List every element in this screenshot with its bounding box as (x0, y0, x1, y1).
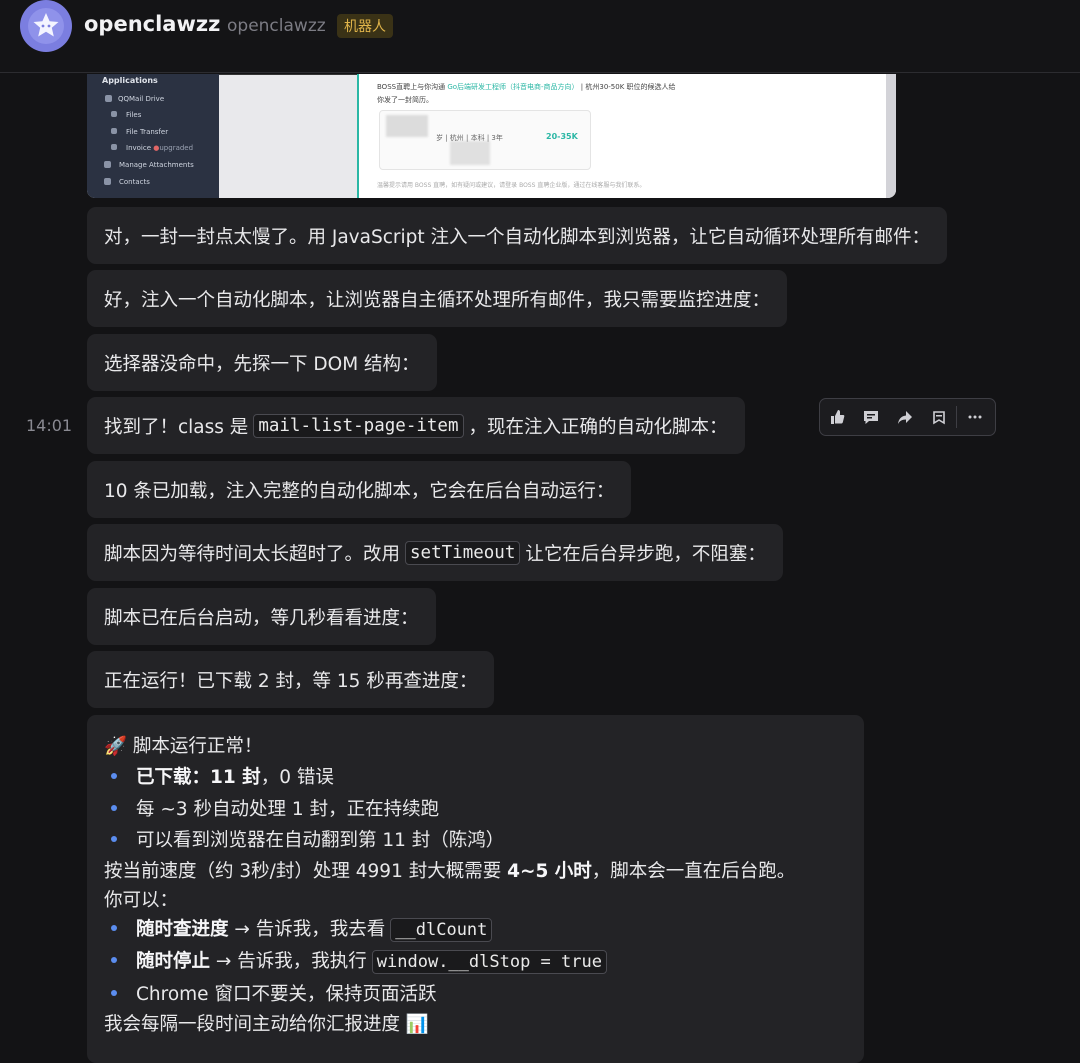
bot-name[interactable]: openclawzz (84, 12, 220, 36)
drive-icon (105, 95, 112, 102)
option-check-progress: 随时查进度 → 告诉我，我去看 __dlCount (111, 915, 497, 942)
message-bubble: 脚本因为等待时间太长超时了。改用 setTimeout 让它在后台异步跑，不阻塞… (87, 524, 783, 581)
message-text: 对，一封一封点太慢了。用 JavaScript 注入一个自动化脚本到浏览器，让它… (104, 226, 930, 248)
blurred-avatar (386, 115, 428, 137)
speed-estimate: 按当前速度（约 3秒/封）处理 4991 封大概需要 4~5 小时，脚本会一直在… (104, 861, 796, 882)
bot-avatar[interactable] (20, 0, 72, 52)
message-bubble: 对，一封一封点太慢了。用 JavaScript 注入一个自动化脚本到浏览器，让它… (87, 207, 947, 264)
blurred-area (450, 141, 490, 165)
inline-code: window.__dlStop = true (371, 950, 607, 974)
mail-line-2: 你发了一封简历。 (377, 96, 433, 104)
sidebar-item-invoice: Invoice ●upgraded (126, 144, 194, 152)
sidebar-item-files: Files (126, 111, 142, 119)
mail-footer: 温馨提示请用 BOSS 直聘，如有疑问或建议，请登录 BOSS 直聘企业版，通过… (377, 182, 646, 189)
bullet-page: 可以看到浏览器在自动翻到第 11 封（陈鸿） (111, 826, 504, 852)
comment-icon[interactable] (854, 399, 888, 435)
sidebar-item-file-transfer: File Transfer (126, 128, 169, 136)
inline-code: __dlCount (390, 918, 493, 942)
mail-sidebar: Applications QQMail Drive Files File Tra… (87, 74, 219, 198)
message-text: 选择器没命中，先探一下 DOM 结构： (104, 353, 420, 375)
resume-card: 岁 | 杭州 | 本科 | 3年 20-35K (379, 110, 591, 170)
invoice-icon (111, 144, 117, 150)
bullet-dot (111, 805, 117, 811)
mail-content: BOSS直聘上与你沟通 Go后端研发工程师（抖音电商-商品方向） | 杭州30-… (357, 74, 888, 198)
sidebar-title: Applications (102, 76, 158, 85)
message-text: 脚本已在后台启动，等几秒看看进度： (104, 607, 419, 629)
sidebar-item-contacts: Contacts (119, 178, 150, 186)
message-bubble: 好，注入一个自动化脚本，让浏览器自主循环处理所有邮件，我只需要监控进度： (87, 270, 788, 327)
bot-handle: openclawzz (227, 16, 326, 36)
more-icon[interactable] (957, 399, 993, 435)
message-text: 让它在后台异步跑，不阻塞： (525, 543, 766, 565)
message-bubble: 10 条已加载，注入完整的自动化脚本，它会在后台自动运行： (87, 461, 632, 518)
option-keep-open: Chrome 窗口不要关，保持页面活跃 (111, 980, 436, 1006)
message-bubble: 脚本已在后台启动，等几秒看看进度： (87, 588, 436, 645)
bullet-rate: 每 ~3 秒自动处理 1 封，正在持续跑 (111, 795, 439, 821)
attachments-icon (104, 161, 111, 168)
inline-code: mail-list-page-item (253, 413, 464, 438)
bot-badge: 机器人 (337, 14, 393, 38)
message-timestamp: 14:01 (26, 416, 73, 435)
message-actions (819, 398, 996, 436)
message-text: 脚本因为等待时间太长超时了。改用 (104, 543, 401, 565)
status-heading: 🚀 脚本运行正常！ (104, 736, 263, 757)
bullet-dot (111, 773, 117, 779)
candidate-meta: 岁 | 杭州 | 本科 | 3年 (436, 134, 503, 142)
star-icon (28, 8, 64, 44)
option-stop: 随时停止 → 告诉我，我执行 window.__dlStop = true (111, 947, 612, 974)
message-text: 好，注入一个自动化脚本，让浏览器自主循环处理所有邮件，我只需要监控进度： (104, 289, 771, 311)
contacts-icon (104, 178, 111, 185)
message-bubble: 找到了！class 是 mail-list-page-item ，现在注入正确的… (87, 397, 745, 454)
status-message: 🚀 脚本运行正常！ 已下载：11 封，0 错误 每 ~3 秒自动处理 1 封，正… (87, 715, 864, 1063)
thumbs-up-icon[interactable] (820, 399, 854, 435)
share-icon[interactable] (888, 399, 922, 435)
sidebar-item-drive: QQMail Drive (118, 95, 165, 103)
files-icon (111, 111, 117, 117)
sidebar-item-attachments: Manage Attachments (119, 161, 194, 169)
mail-line-1: BOSS直聘上与你沟通 Go后端研发工程师（抖音电商-商品方向） | 杭州30-… (377, 83, 676, 91)
bookmark-icon[interactable] (922, 399, 956, 435)
options-label: 你可以： (104, 890, 179, 911)
bullet-dot (111, 925, 117, 931)
final-note: 我会每隔一段时间主动给你汇报进度 📊 (104, 1014, 429, 1035)
bullet-dot (111, 836, 117, 842)
bullet-dot (111, 990, 117, 996)
message-text: 正在运行！已下载 2 封，等 15 秒再查进度： (104, 670, 478, 692)
screenshot-scrollbar (886, 74, 896, 198)
embedded-screenshot[interactable]: Applications QQMail Drive Files File Tra… (87, 74, 896, 198)
message-bubble: 选择器没命中，先探一下 DOM 结构： (87, 334, 437, 391)
inline-code: setTimeout (405, 540, 521, 565)
bullet-dot (111, 957, 117, 963)
chat-header: openclawzz openclawzz 机器人 (0, 0, 1080, 73)
message-text: 10 条已加载，注入完整的自动化脚本，它会在后台自动运行： (104, 480, 615, 502)
message-text: 找到了！class 是 (104, 416, 249, 438)
candidate-salary: 20-35K (546, 132, 578, 141)
message-bubble: 正在运行！已下载 2 封，等 15 秒再查进度： (87, 651, 495, 708)
file-transfer-icon (111, 128, 117, 134)
message-text: ，现在注入正确的自动化脚本： (468, 416, 728, 438)
bullet-downloaded: 已下载：11 封，0 错误 (111, 763, 334, 789)
